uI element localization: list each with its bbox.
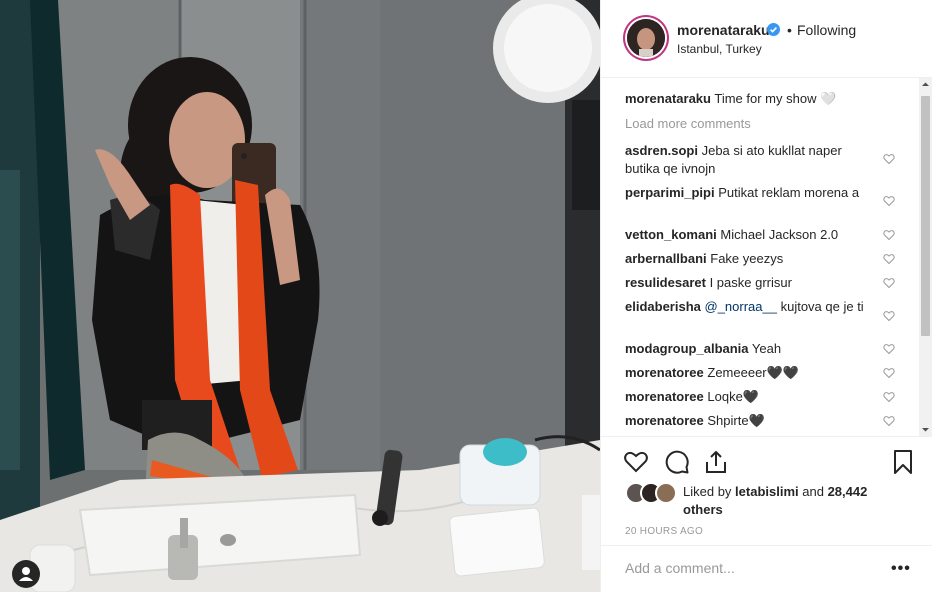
- comment-item: arbernallbani Fake yeezys: [625, 250, 875, 268]
- post-actions-section: Liked by letabislimi and 28,442 others 2…: [601, 436, 932, 592]
- comments-scrollbar[interactable]: [919, 78, 932, 436]
- comment-text: Yeah: [751, 341, 782, 356]
- comment-item: modagroup_albania Yeah: [625, 340, 875, 358]
- add-comment-bar: •••: [601, 545, 932, 593]
- comment-username[interactable]: morenatoree: [625, 413, 704, 428]
- post-photo[interactable]: [0, 0, 600, 592]
- comment-like-heart-icon[interactable]: [883, 310, 895, 322]
- comment-username[interactable]: morenatoree: [625, 365, 704, 380]
- comment-item: morenatoree Loqke🖤: [625, 388, 875, 406]
- comment-bubble-icon[interactable]: [664, 449, 690, 475]
- more-options-button[interactable]: •••: [891, 560, 911, 578]
- comment-text: Fake yeezys: [710, 251, 784, 266]
- user-silhouette-icon: [19, 567, 33, 581]
- comment-text: Shpirte🖤: [707, 413, 765, 428]
- comment-like-heart-icon[interactable]: [883, 391, 895, 403]
- comment-item: asdren.sopi Jeba si ato kukllat naper bu…: [625, 142, 875, 178]
- post-username[interactable]: morenataraku: [677, 22, 770, 38]
- bookmark-icon[interactable]: [890, 449, 916, 475]
- post-header: morenataraku • Following Istanbul, Turke…: [601, 0, 932, 78]
- instagram-post-view: morenataraku • Following Istanbul, Turke…: [0, 0, 932, 592]
- comment-like-heart-icon[interactable]: [883, 153, 895, 165]
- scrollbar-thumb[interactable]: [921, 96, 930, 336]
- comment-mention[interactable]: @_norraa__: [705, 299, 777, 314]
- comment-username[interactable]: resulidesaret: [625, 275, 706, 290]
- comment-username[interactable]: asdren.sopi: [625, 143, 698, 158]
- comment-like-heart-icon[interactable]: [883, 277, 895, 289]
- comment-item: morenatoree Zemeeeer🖤🖤: [625, 364, 875, 382]
- load-more-comments-button[interactable]: Load more comments: [625, 116, 751, 131]
- verified-badge-icon: [767, 23, 780, 36]
- liked-by-and: and: [802, 484, 824, 499]
- liked-by-text: Liked by letabislimi and 28,442 others: [683, 483, 883, 519]
- liked-by-avatars[interactable]: [625, 482, 681, 504]
- comment-item: resulidesaret I paske grrisur: [625, 274, 875, 292]
- comment-text: Michael Jackson 2.0: [720, 227, 839, 242]
- comment-text: Loqke🖤: [707, 389, 759, 404]
- comment-item: vetton_komani Michael Jackson 2.0: [625, 226, 875, 244]
- comment-item: morenatoree Shpirte🖤: [625, 412, 875, 430]
- post-location[interactable]: Istanbul, Turkey: [677, 42, 762, 56]
- header-separator: •: [787, 22, 792, 38]
- comment-like-heart-icon[interactable]: [883, 415, 895, 427]
- avatar[interactable]: [623, 15, 669, 61]
- comment-username[interactable]: arbernallbani: [625, 251, 707, 266]
- caption-text: Time for my show 🤍: [714, 91, 837, 106]
- comment-text: kujtova qe je ti: [780, 299, 864, 314]
- comments-list[interactable]: morenataraku Time for my show 🤍 Load mor…: [601, 78, 932, 436]
- heart-icon[interactable]: [623, 449, 649, 475]
- avatar-image: [627, 19, 665, 57]
- comment-text: Zemeeeer🖤🖤: [707, 365, 799, 380]
- liked-by-prefix: Liked by: [683, 484, 732, 499]
- comment-item: elidaberisha @_norraa__ kujtova qe je ti: [625, 298, 875, 316]
- comment-text: I paske grrisur: [709, 275, 792, 290]
- scroll-up-arrow-icon[interactable]: [919, 78, 932, 91]
- comment-like-heart-icon[interactable]: [883, 343, 895, 355]
- following-button[interactable]: Following: [797, 22, 856, 38]
- comment-like-heart-icon[interactable]: [883, 253, 895, 265]
- post-caption: morenataraku Time for my show 🤍: [625, 90, 875, 108]
- comment-username[interactable]: modagroup_albania: [625, 341, 749, 356]
- comment-like-heart-icon[interactable]: [883, 367, 895, 379]
- comment-like-heart-icon[interactable]: [883, 229, 895, 241]
- comment-username[interactable]: perparimi_pipi: [625, 185, 715, 200]
- comment-username[interactable]: elidaberisha: [625, 299, 701, 314]
- scroll-down-arrow-icon[interactable]: [919, 423, 932, 436]
- comment-username[interactable]: morenatoree: [625, 389, 704, 404]
- liked-by-user[interactable]: letabislimi: [735, 484, 799, 499]
- post-side-panel: morenataraku • Following Istanbul, Turke…: [600, 0, 932, 592]
- comment-item: perparimi_pipi Putikat reklam morena a: [625, 184, 875, 202]
- comment-text: Putikat reklam morena a: [718, 185, 860, 200]
- caption-username[interactable]: morenataraku: [625, 91, 711, 106]
- add-comment-input[interactable]: [625, 560, 865, 576]
- comment-username[interactable]: vetton_komani: [625, 227, 717, 242]
- mirror-selfie-image: [0, 0, 600, 592]
- post-timestamp[interactable]: 20 HOURS AGO: [625, 526, 703, 537]
- comment-like-heart-icon[interactable]: [883, 195, 895, 207]
- share-icon[interactable]: [703, 449, 729, 475]
- user-tags-button[interactable]: [12, 560, 40, 588]
